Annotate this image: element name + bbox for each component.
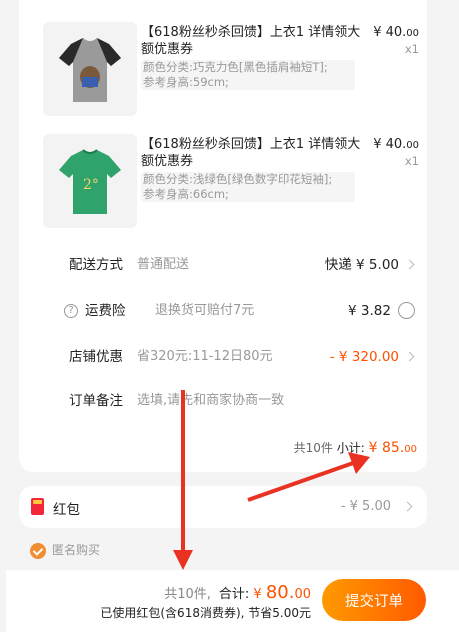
total-main: 80. [265,582,295,603]
insurance-label: 运费险 [85,303,126,319]
tshirt-print-text: 2° [83,177,99,193]
insurance-desc: 退换货可赔付7元 [155,303,255,318]
product-title[interactable]: 【618粉丝秒杀回馈】上衣1 详情领大额优惠券 [141,136,361,170]
insurance-radio[interactable] [398,302,415,319]
total-prefix: ¥ [253,587,266,602]
product-title[interactable]: 【618粉丝秒杀回馈】上衣1 详情领大额优惠券 [141,24,361,58]
product-thumbnail[interactable]: 2° [43,134,137,228]
product-spec-color: 颜色分类:巧克力色[黑色插肩袖短T]; [143,60,328,74]
order-card: 【618粉丝秒杀回馈】上衣1 详情领大额优惠券 颜色分类:巧克力色[黑色插肩袖短… [19,0,427,472]
anonymous-purchase[interactable]: 匿名购买 [30,541,100,559]
total-amount: ¥ 80.00 [253,582,311,603]
chevron-right-icon[interactable] [402,501,413,512]
discount-label: 店铺优惠 [69,349,123,365]
store-discount-row[interactable]: 店铺优惠 省320元:11-12日80元 - ¥ 320.00 [19,344,427,370]
redpack-value: - ¥ 5.00 [340,499,391,514]
product-spec-color: 颜色分类:浅绿色[绿色数字印花短袖]; [143,172,333,186]
delivery-desc: 普通配送 [137,257,190,272]
subtotal: 共10件 小计: ¥ 85.00 [294,439,417,456]
product-spec: 颜色分类:浅绿色[绿色数字印花短袖]; 参考身高:66cm; [141,172,355,202]
delivery-row[interactable]: 配送方式 普通配送 快递 ¥ 5.00 [19,252,427,278]
insurance-row[interactable]: ? 运费险 退换货可赔付7元 ¥ 3.82 [19,298,427,324]
total-label: 合计: [218,587,250,602]
redpack-label: 红包 [53,502,80,518]
bottom-bar: 共10件, 合计: ¥ 80.00 已使用红包(含618消费券), 节省5.00元… [6,570,459,632]
total-line: 共10件, 合计: ¥ 80.00 [164,582,311,603]
product-price: ¥ 40.00 [373,136,419,154]
delivery-value: 快递 ¥ 5.00 [324,257,399,273]
product-spec-height: 参考身高:66cm; [143,187,229,201]
saving-text: 已使用红包(含618消费券), 节省5.00元 [100,606,311,620]
anonymous-label: 匿名购买 [52,543,101,557]
delivery-label: 配送方式 [69,257,123,273]
price-main: ¥ 40. [373,137,407,152]
total-cents: 00 [294,587,311,602]
product-quantity: x1 [404,154,419,168]
discount-value: - ¥ 320.00 [329,349,399,365]
total-count: 共10件, [164,587,211,602]
help-icon[interactable]: ? [64,304,78,318]
product-spec-height: 参考身高:59cm; [143,75,229,89]
product-item[interactable]: 2° 【618粉丝秒杀回馈】上衣1 详情领大额优惠券 颜色分类:浅绿色[绿色数字… [31,134,421,230]
product-spec: 颜色分类:巧克力色[黑色插肩袖短T]; 参考身高:59cm; [141,60,355,90]
product-thumbnail[interactable] [43,22,137,116]
subtotal-label: 小计: [336,441,365,455]
checkbox-checked-icon[interactable] [30,542,46,559]
product-item[interactable]: 【618粉丝秒杀回馈】上衣1 详情领大额优惠券 颜色分类:巧克力色[黑色插肩袖短… [31,22,421,118]
tshirt-image [59,38,121,102]
subtotal-amount-cents: 00 [404,444,417,455]
submit-order-button[interactable]: 提交订单 [322,579,426,621]
note-label: 订单备注 [69,393,123,409]
subtotal-count: 共10件 [293,441,333,455]
price-cents: 00 [406,28,419,39]
product-quantity: x1 [404,42,419,56]
subtotal-amount: ¥ 85.00 [369,440,417,456]
discount-desc: 省320元:11-12日80元 [137,349,273,364]
redpack-card[interactable]: 红包 - ¥ 5.00 [19,486,427,528]
red-packet-icon [31,498,44,515]
order-note-row[interactable]: 订单备注 选填,请先和商家协商一致 [19,388,427,414]
subtotal-amount-main: ¥ 85. [368,440,405,456]
chevron-right-icon[interactable] [404,351,415,362]
price-cents: 00 [406,140,419,151]
product-price: ¥ 40.00 [373,24,419,42]
price-main: ¥ 40. [373,25,407,40]
note-input[interactable]: 选填,请先和商家协商一致 [137,388,284,414]
insurance-value: ¥ 3.82 [348,303,391,319]
arrow-head-icon [173,550,193,570]
chevron-right-icon[interactable] [404,259,415,270]
tshirt-image: 2° [59,149,121,214]
